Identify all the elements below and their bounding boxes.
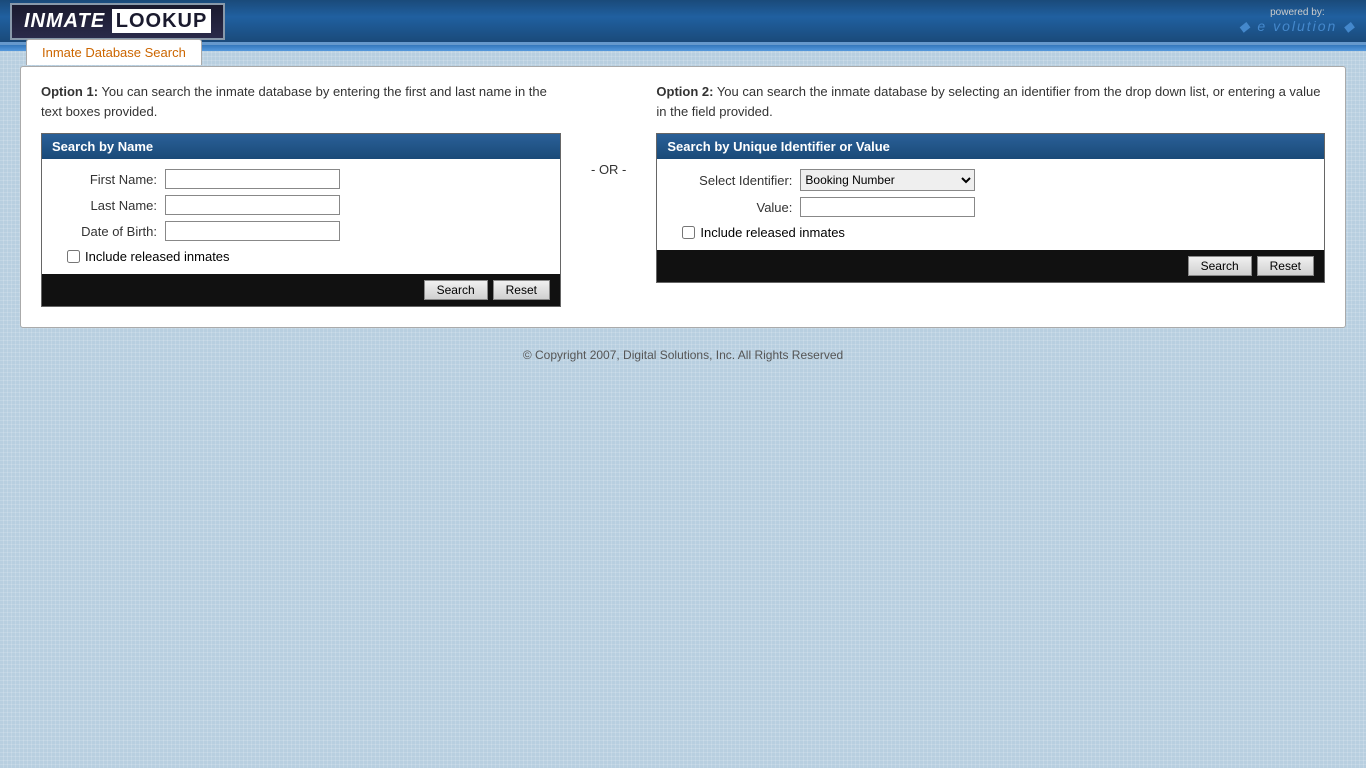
select-identifier-row: Select Identifier: Booking Number SSN St… [672, 169, 1309, 191]
first-name-label: First Name: [57, 172, 157, 187]
include-released-row1: Include released inmates [57, 249, 545, 264]
option2-title: Option 2: [656, 84, 713, 99]
evolution-logo: ◆ e volution ◆ [1239, 18, 1356, 35]
search-by-identifier-body: Select Identifier: Booking Number SSN St… [657, 159, 1324, 250]
powered-by-text: powered by: [1270, 7, 1324, 18]
logo-inmate: INMATE [24, 10, 105, 32]
search-button-2[interactable]: Search [1188, 256, 1252, 276]
include-released-checkbox2[interactable] [682, 226, 695, 239]
search-by-name-header: Search by Name [42, 134, 560, 159]
value-input[interactable] [800, 197, 975, 217]
search-by-name-body: First Name: Last Name: Date of Birth: [42, 159, 560, 274]
include-released-label2: Include released inmates [700, 225, 845, 240]
option2-area: Option 2: You can search the inmate data… [656, 82, 1325, 283]
last-name-input[interactable] [165, 195, 340, 215]
search-by-identifier-header: Search by Unique Identifier or Value [657, 134, 1324, 159]
option1-description: You can search the inmate database by en… [41, 84, 547, 119]
last-name-label: Last Name: [57, 198, 157, 213]
dob-row: Date of Birth: [57, 221, 545, 241]
value-label: Value: [672, 200, 792, 215]
copyright-text: © Copyright 2007, Digital Solutions, Inc… [523, 348, 843, 362]
search-button-1[interactable]: Search [424, 280, 488, 300]
option1-title: Option 1: [41, 84, 98, 99]
search-by-identifier-box: Search by Unique Identifier or Value Sel… [656, 133, 1325, 283]
option1-area: Option 1: You can search the inmate data… [41, 82, 561, 307]
reset-button-1[interactable]: Reset [493, 280, 550, 300]
logo-area: INMATE LOOKUP [10, 3, 225, 40]
first-name-input[interactable] [165, 169, 340, 189]
content-box: Inmate Database Search Option 1: You can… [20, 66, 1346, 328]
logo: INMATE LOOKUP [10, 3, 225, 40]
footer: © Copyright 2007, Digital Solutions, Inc… [20, 348, 1346, 362]
header: INMATE LOOKUP powered by: ◆ e volution ◆ [0, 0, 1366, 45]
option2-desc: Option 2: You can search the inmate data… [656, 82, 1325, 121]
tab-label: Inmate Database Search [26, 39, 202, 65]
dob-label: Date of Birth: [57, 224, 157, 239]
logo-lookup: LOOKUP [112, 9, 212, 33]
search-by-identifier-footer: Search Reset [657, 250, 1324, 282]
select-identifier-label: Select Identifier: [672, 173, 792, 188]
value-row: Value: [672, 197, 1309, 217]
first-name-row: First Name: [57, 169, 545, 189]
include-released-label1: Include released inmates [85, 249, 230, 264]
main-content: Inmate Database Search Option 1: You can… [0, 51, 1366, 377]
identifier-select[interactable]: Booking Number SSN State ID Case Number [800, 169, 975, 191]
search-layout: Option 1: You can search the inmate data… [41, 82, 1325, 307]
or-divider: - OR - [561, 82, 656, 177]
include-released-checkbox1[interactable] [67, 250, 80, 263]
option1-desc: Option 1: You can search the inmate data… [41, 82, 561, 121]
search-by-name-box: Search by Name First Name: Last Name: Da… [41, 133, 561, 307]
powered-by-area: powered by: ◆ e volution ◆ [1239, 7, 1356, 35]
reset-button-2[interactable]: Reset [1257, 256, 1314, 276]
include-released-row2: Include released inmates [672, 225, 1309, 240]
option2-description: You can search the inmate database by se… [656, 84, 1320, 119]
dob-input[interactable] [165, 221, 340, 241]
last-name-row: Last Name: [57, 195, 545, 215]
search-by-name-footer: Search Reset [42, 274, 560, 306]
